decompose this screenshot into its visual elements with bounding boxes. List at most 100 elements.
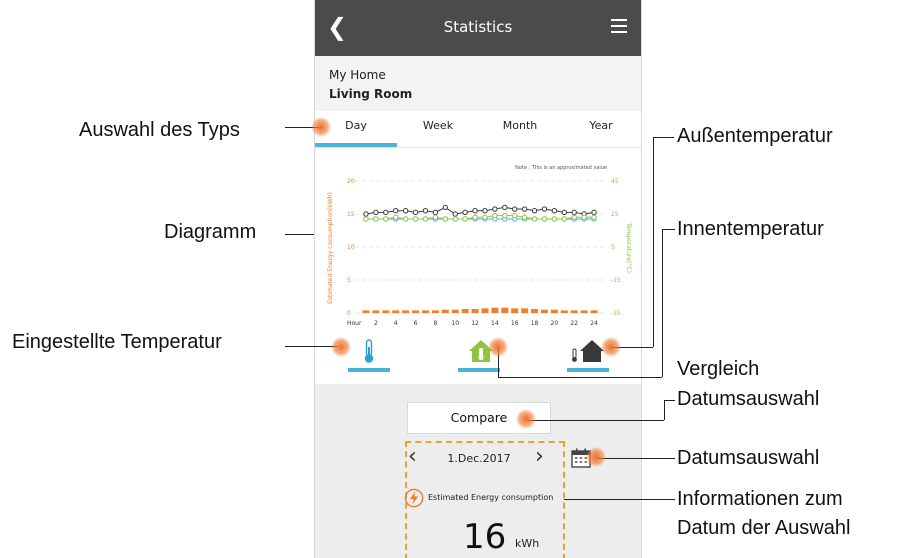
hamburger-menu-icon[interactable] [611, 19, 627, 33]
y-axis-right-label: Temperature(°C) [625, 222, 632, 273]
temperature-point [412, 216, 419, 222]
callout-compare-line2: Datumsauswahl [677, 388, 820, 410]
callout-info-line2: Datum der Auswahl [677, 517, 851, 539]
energy-bar [531, 309, 539, 313]
tab-year[interactable]: Year [561, 111, 641, 147]
selected-indicator [458, 368, 500, 372]
temperature-point [383, 209, 389, 216]
temperature-point [393, 208, 399, 214]
energy-bar [501, 307, 509, 313]
callout-type-selection: Auswahl des Typs [79, 119, 240, 141]
temperature-point [393, 214, 399, 221]
energy-bar [392, 310, 400, 313]
temperature-point [521, 214, 528, 221]
temperature-point [591, 209, 597, 216]
room-name: Living Room [329, 87, 413, 101]
energy-bar [471, 309, 479, 313]
temperature-point [422, 216, 429, 222]
x-tick-label: 12 [471, 320, 479, 327]
temperature-point [412, 209, 419, 216]
temperature-line-1 [365, 206, 595, 215]
leader-line [653, 137, 674, 138]
y-axis-left-label: Estimated Energy consumption(kWh) [327, 192, 334, 304]
temperature-point [462, 209, 468, 216]
leader-line [662, 229, 663, 377]
page-title: Statistics [443, 18, 513, 36]
temperature-point [521, 206, 528, 212]
temperature-point [462, 216, 468, 222]
selected-indicator [567, 368, 609, 372]
temperature-point [502, 204, 508, 211]
y-left-tick-label: 0 [347, 310, 351, 317]
temperature-point [581, 214, 587, 221]
leader-line [662, 229, 675, 230]
temperature-point [452, 216, 458, 222]
highlight-marker [601, 337, 621, 357]
leader-line [498, 377, 662, 378]
energy-unit: kWh [515, 537, 540, 550]
leader-line [564, 499, 675, 500]
temperature-point [482, 208, 488, 214]
x-tick-label: 2 [374, 320, 378, 327]
energy-bar [431, 310, 439, 313]
temperature-point [442, 204, 448, 211]
callout-diagram: Diagramm [164, 221, 257, 243]
temperature-point [492, 212, 498, 219]
leader-line [285, 234, 314, 235]
energy-bar [382, 310, 390, 313]
phone-screen: ❮ Statistics My Home Living Room Day Wee… [314, 0, 642, 558]
y-right-tick-label: 45 [611, 178, 619, 185]
callout-set-temperature: Eingestellte Temperatur [12, 331, 222, 353]
energy-bar [372, 310, 380, 313]
x-tick-label: 8 [433, 320, 437, 327]
tab-week[interactable]: Week [397, 111, 479, 147]
tab-month[interactable]: Month [479, 111, 561, 147]
leader-line [598, 458, 675, 459]
selected-date: 1.Dec.2017 [447, 452, 511, 465]
energy-bar [362, 310, 370, 313]
temperature-point [402, 216, 409, 222]
energy-bar [421, 310, 429, 313]
selected-indicator [348, 368, 390, 372]
y-right-tick-label: -35 [611, 310, 621, 317]
energy-bar [540, 309, 548, 313]
energy-label: Estimated Energy consumption [428, 493, 554, 502]
x-tick-label: 18 [531, 320, 539, 327]
highlight-marker [331, 337, 351, 357]
energy-bar [491, 307, 499, 313]
location-header: My Home Living Room [315, 56, 641, 111]
temperature-point [591, 214, 597, 221]
temperature-point [502, 212, 508, 219]
temperature-point [561, 209, 567, 216]
energy-bar [570, 310, 578, 313]
next-date-button[interactable]: › [535, 444, 544, 469]
highlight-marker [488, 337, 508, 357]
leader-line [528, 420, 664, 421]
y-left-tick-label: 10 [347, 244, 355, 251]
temperature-point [492, 206, 498, 212]
energy-bar [441, 309, 449, 313]
temperature-point [373, 216, 379, 222]
callout-compare-line1: Vergleich [677, 358, 760, 380]
energy-bar [481, 308, 489, 313]
energy-bar [511, 308, 519, 313]
x-tick-label: 16 [511, 320, 519, 327]
leader-line [664, 400, 675, 401]
callout-outside-temperature: Außentemperatur [677, 125, 833, 147]
energy-value: 16 [463, 517, 507, 557]
temperature-point [472, 214, 478, 221]
temperature-point [432, 214, 439, 221]
x-tick-label: 20 [551, 320, 559, 327]
temperature-point [531, 216, 538, 222]
callout-info-line1: Informationen zum [677, 488, 843, 510]
x-tick-label: 4 [394, 320, 398, 327]
x-axis-label: Hour [347, 320, 362, 327]
x-tick-label: 24 [590, 320, 598, 327]
temperature-point [541, 206, 548, 212]
temperature-point [482, 214, 488, 221]
callout-inside-temperature: Innentemperatur [677, 218, 824, 240]
temperature-point [402, 208, 409, 214]
previous-date-button[interactable]: ‹ [408, 444, 417, 469]
x-tick-label: 22 [570, 320, 578, 327]
energy-bar [560, 310, 568, 313]
